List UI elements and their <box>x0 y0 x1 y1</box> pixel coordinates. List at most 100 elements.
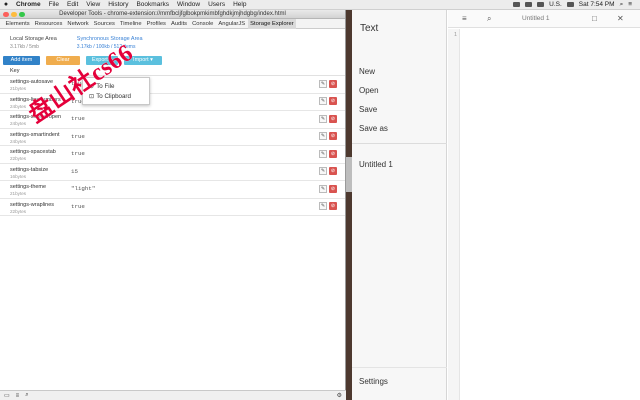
menubar-tray: U.S. Sat 7:54 PM ⌕ ≡ <box>513 1 640 9</box>
tab-profiles[interactable]: Profiles <box>144 19 168 29</box>
tab-angularjs[interactable]: AngularJS <box>216 19 248 29</box>
delete-icon[interactable]: ⊘ <box>329 149 337 158</box>
devtools-titlebar: Developer Tools - chrome-extension://mmf… <box>0 10 345 19</box>
devtools-title: Developer Tools - chrome-extension://mmf… <box>59 11 286 17</box>
row-value: true <box>71 132 85 140</box>
maximize-icon[interactable]: □ <box>592 14 597 23</box>
menu-app-name[interactable]: Chrome <box>12 1 45 8</box>
row-key: settings-smartindent <box>10 131 60 138</box>
table-row[interactable]: settings-tabsize 16bytes 15 ✎ ⊘ <box>0 164 345 181</box>
menu-save[interactable]: Save <box>359 105 377 114</box>
row-key: settings-theme <box>10 184 47 190</box>
delete-icon[interactable]: ⊘ <box>329 132 337 140</box>
menu-view[interactable]: View <box>82 1 104 8</box>
menu-open[interactable]: Open <box>359 86 379 95</box>
dock-icon[interactable]: ▭ <box>4 392 10 399</box>
local-storage-area[interactable]: Local Storage Area 3.17kb / 5mb <box>10 36 57 54</box>
zoom-icon[interactable] <box>19 11 25 17</box>
tray-icon[interactable] <box>513 2 521 7</box>
add-item-button[interactable]: Add item <box>3 55 40 65</box>
tab-console[interactable]: Console <box>190 19 216 29</box>
tab-network[interactable]: Network <box>65 19 91 29</box>
apple-icon[interactable]: ● <box>0 1 12 8</box>
row-size: 22bytes <box>10 156 27 161</box>
menu-save-as[interactable]: Save as <box>359 124 388 133</box>
tab-storage-explorer[interactable]: Storage Explorer <box>247 18 297 29</box>
delete-icon[interactable]: ⊘ <box>329 202 337 210</box>
open-file-item[interactable]: Untitled 1 <box>359 160 393 169</box>
table-row[interactable]: settings-smartindent 24bytes true ✎ ⊘ <box>0 129 345 146</box>
wifi-icon[interactable] <box>537 2 545 7</box>
area-name: Local Storage Area <box>10 36 57 42</box>
area-size: 3.17kb / 5mb <box>10 44 39 50</box>
input-locale[interactable]: U.S. <box>549 1 562 8</box>
edit-icon[interactable]: ✎ <box>319 202 327 210</box>
edit-icon[interactable]: ✎ <box>319 132 327 140</box>
minimize-icon[interactable] <box>11 11 17 17</box>
menu-edit[interactable]: Edit <box>63 1 82 8</box>
tab-sources[interactable]: Sources <box>91 19 117 29</box>
edit-icon[interactable]: ✎ <box>319 149 327 158</box>
menu-help[interactable]: Help <box>229 1 250 8</box>
search-icon[interactable]: ⌕ <box>25 392 28 399</box>
tab-timeline[interactable]: Timeline <box>117 19 144 29</box>
option-label: To Clipboard <box>96 92 131 100</box>
tab-resources[interactable]: Resources <box>32 19 65 29</box>
mac-menubar: ● Chrome File Edit View History Bookmark… <box>0 0 640 10</box>
delete-icon[interactable]: ⊘ <box>329 114 337 123</box>
close-icon[interactable]: ✕ <box>617 14 624 23</box>
devtools-footer: ▭ ≡ ⌕ ⚙ <box>0 390 346 400</box>
storage-areas: Local Storage Area 3.17kb / 5mb Synchron… <box>0 29 345 54</box>
row-value: true <box>71 115 85 122</box>
edit-icon[interactable]: ✎ <box>319 97 327 105</box>
edit-icon[interactable]: ✎ <box>319 79 327 88</box>
table-row[interactable]: settings-spacestab 22bytes true ✎ ⊘ <box>0 146 345 164</box>
menu-users[interactable]: Users <box>204 1 229 8</box>
row-value: "light" <box>71 185 96 192</box>
row-size: 21bytes <box>10 86 27 91</box>
row-size: 16bytes <box>10 173 27 179</box>
window-controls <box>3 11 25 17</box>
edit-icon[interactable]: ✎ <box>319 184 327 193</box>
menu-new[interactable]: New <box>359 67 375 76</box>
row-size: 24bytes <box>10 138 27 144</box>
menu-file[interactable]: File <box>45 1 63 8</box>
close-icon[interactable] <box>3 11 9 17</box>
table-row[interactable]: settings-theme 21bytes "light" ✎ ⊘ <box>0 181 345 199</box>
editor-pane: ≡ ⌕ Untitled 1 □ ✕ 1 <box>448 10 640 400</box>
key-column-header: Key <box>0 66 345 76</box>
console-icon[interactable]: ≡ <box>16 393 20 399</box>
menu-history[interactable]: History <box>104 1 132 8</box>
sidebar: Text New Open Save Save as Untitled 1 Se… <box>352 10 447 400</box>
tray-icon[interactable] <box>525 2 533 7</box>
delete-icon[interactable]: ⊘ <box>329 184 337 193</box>
menu-bookmarks[interactable]: Bookmarks <box>132 1 173 8</box>
tab-audits[interactable]: Audits <box>168 19 189 29</box>
app-title: Text <box>360 23 379 34</box>
search-icon[interactable]: ⌕ <box>487 14 491 24</box>
menu-window[interactable]: Window <box>173 1 204 8</box>
delete-icon[interactable]: ⊘ <box>329 167 337 175</box>
delete-icon[interactable]: ⊘ <box>329 79 337 88</box>
hamburger-icon[interactable]: ≡ <box>462 14 467 23</box>
action-bar: Add item Clear Export ▾ Import ▾ <box>0 54 345 66</box>
text-app-window: Text New Open Save Save as Untitled 1 Se… <box>352 10 640 400</box>
table-row[interactable]: settings-wraplines 22bytes true ✎ ⊘ <box>0 199 345 216</box>
battery-icon[interactable] <box>566 2 574 7</box>
gear-icon[interactable]: ⚙ <box>337 392 342 399</box>
list-icon[interactable]: ≡ <box>628 1 632 8</box>
clock[interactable]: Sat 7:54 PM <box>579 1 615 8</box>
edit-icon[interactable]: ✎ <box>319 167 327 175</box>
divider <box>352 143 447 144</box>
row-value: true <box>71 150 85 157</box>
line-gutter: 1 <box>448 29 460 400</box>
delete-icon[interactable]: ⊘ <box>329 97 337 105</box>
edit-icon[interactable]: ✎ <box>319 114 327 123</box>
tab-elements[interactable]: Elements <box>3 19 32 29</box>
row-value: true <box>71 202 85 210</box>
spotlight-icon[interactable]: ⌕ <box>620 1 624 9</box>
row-size: 21bytes <box>10 191 27 196</box>
devtools-window: Developer Tools - chrome-extension://mmf… <box>0 10 346 400</box>
settings-item[interactable]: Settings <box>359 377 388 386</box>
row-size: 24bytes <box>10 121 27 126</box>
